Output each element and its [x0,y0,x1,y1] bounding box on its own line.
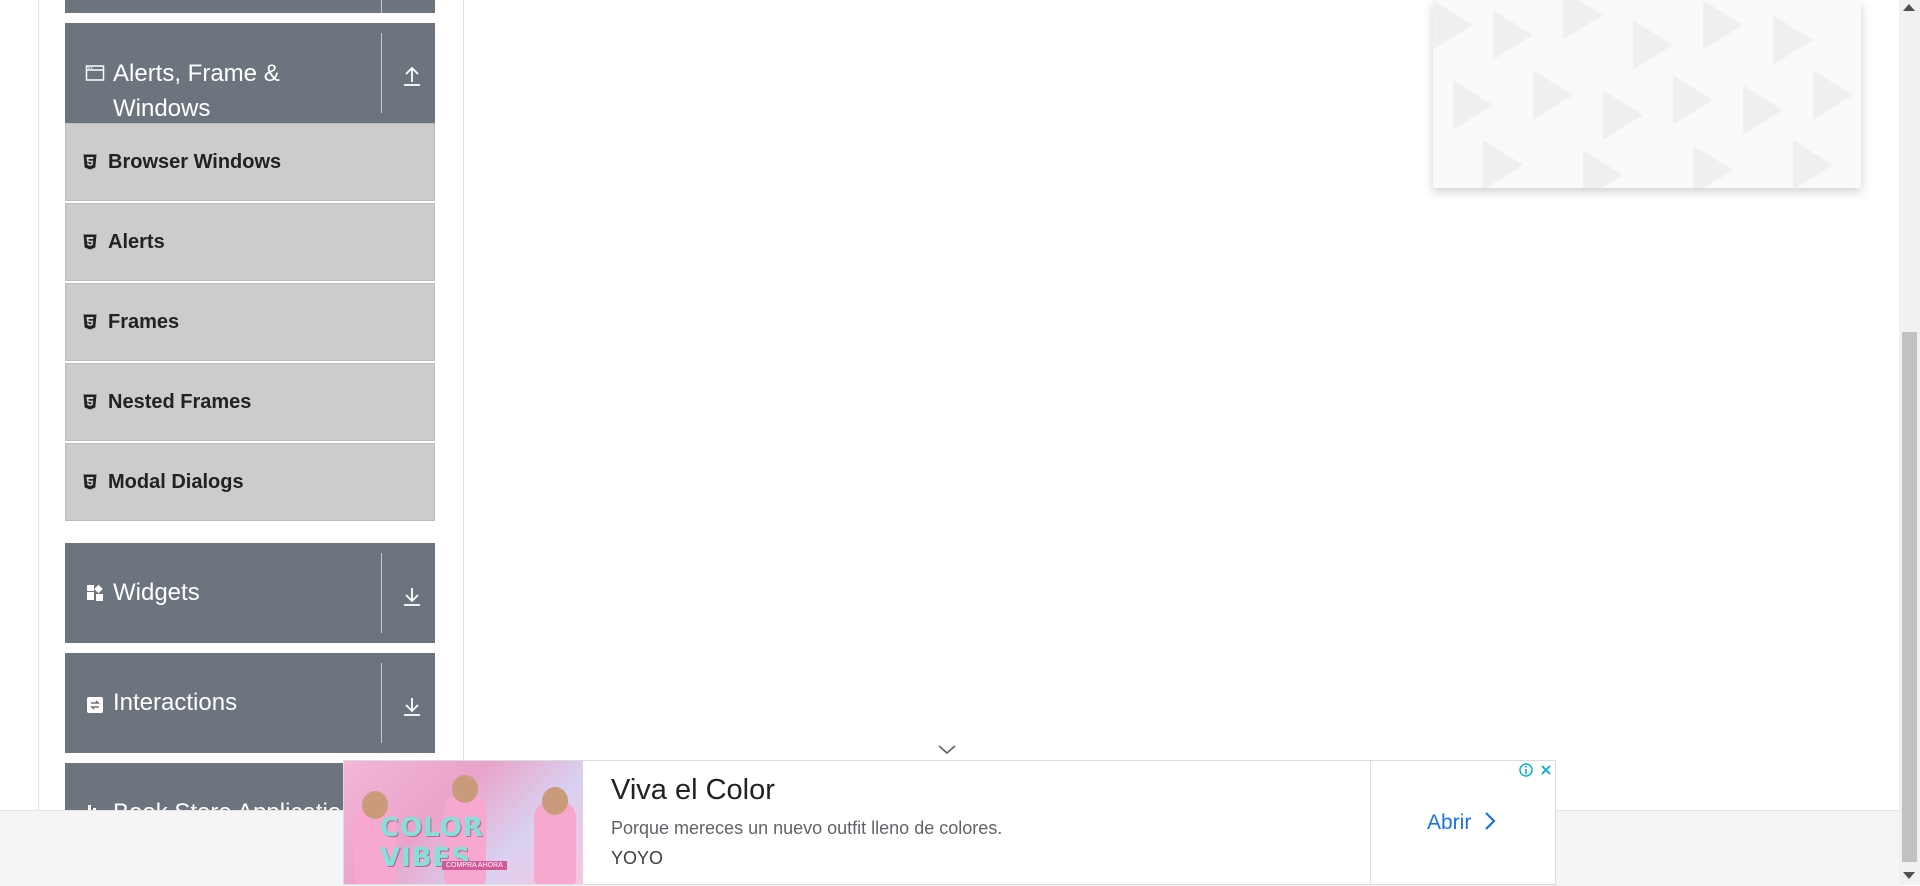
ad-badges [1517,761,1555,779]
menu-item-browser-windows[interactable]: Browser Windows [65,123,435,201]
group-title: Alerts, Frame & Windows [113,56,363,126]
menu-item-nested-frames[interactable]: Nested Frames [65,363,435,441]
scroll-up-icon[interactable] [1903,4,1915,11]
window-icon [85,63,105,83]
ad-separator [1370,761,1371,884]
ad-title[interactable]: Viva el Color [611,774,775,807]
banner-image [1433,0,1861,188]
widgets-icon [85,583,105,603]
group-header-interactions[interactable]: Interactions [65,653,435,753]
scroll-down-icon[interactable] [1903,872,1915,879]
chevron-down-icon[interactable] [937,743,957,755]
group-header-divider [381,33,382,113]
menu-item-label: Modal Dialogs [108,471,244,493]
close-icon[interactable] [1537,761,1555,779]
ad-open-label: Abrir [1427,811,1472,834]
html5-icon [83,474,97,490]
ad-description: Porque mereces un nuevo outfit lleno de … [611,818,1003,838]
book-icon [85,803,105,810]
menu-item-modal-dialogs[interactable]: Modal Dialogs [65,443,435,521]
menu-item-label: Nested Frames [108,391,252,413]
chevron-right-icon [1485,812,1496,830]
html5-icon [83,394,97,410]
interactions-icon [85,695,105,715]
menu-item-label: Frames [108,311,180,333]
group-title: Widgets [113,579,200,606]
group-header-divider [381,663,382,743]
menu-item-label: Browser Windows [108,151,282,173]
menu-item-frames[interactable]: Frames [65,283,435,361]
ad-open-button[interactable]: Abrir [1427,810,1497,835]
ad-info-icon[interactable] [1517,761,1535,779]
group-header-alerts-frame-windows[interactable]: Alerts, Frame & Windows [65,23,435,123]
expand-down-icon[interactable] [400,694,424,718]
group-title-line2: Windows [113,95,211,122]
expand-down-icon[interactable] [400,584,424,608]
group-header-elements[interactable] [65,0,435,13]
group-header-widgets[interactable]: Widgets [65,543,435,643]
ad-figure-head [452,775,478,803]
group-title: Interactions [113,689,238,716]
group-title-line1: Alerts, Frame & [113,60,280,87]
html5-icon [83,314,97,330]
group-header-divider [381,553,382,633]
scrollbar-thumb[interactable] [1902,332,1917,862]
triangle-pattern [1433,0,1854,188]
group-title: Book Store Applicatio [113,795,363,810]
html5-icon [83,154,97,170]
ad-figure-head [542,787,568,815]
collapse-up-icon[interactable] [400,64,424,88]
ad-image[interactable]: COLOR VIBES COMPRA AHORA [344,761,583,884]
ad-image-subtext: COMPRA AHORA [442,861,507,870]
ad-advertiser: YOYO [611,848,664,868]
menu-item-label: Alerts [108,231,165,253]
menu-item-alerts[interactable]: Alerts [65,203,435,281]
html5-icon [83,234,97,250]
ad-banner[interactable]: COLOR VIBES COMPRA AHORA Viva el Color P… [343,760,1556,885]
group-header-divider [381,0,382,13]
